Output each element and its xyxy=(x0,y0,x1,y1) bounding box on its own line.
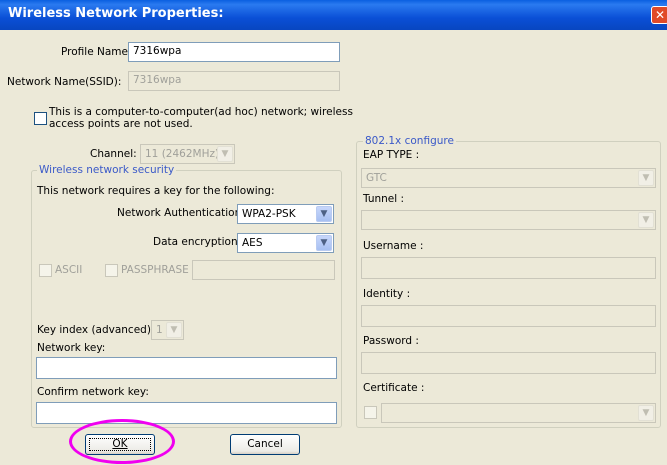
ssid-label: Network Name(SSID): xyxy=(7,76,122,88)
profile-name-input[interactable]: 7316wpa xyxy=(128,42,340,62)
password-label: Password : xyxy=(363,335,419,347)
key-index-value: 1 xyxy=(156,324,163,336)
close-icon: ✕ xyxy=(654,8,666,22)
dot1x-group-legend: 802.1x configure xyxy=(363,135,456,147)
profile-name-label: Profile Name: xyxy=(61,46,132,58)
cancel-label: Cancel xyxy=(247,438,283,450)
chevron-down-icon: ▼ xyxy=(217,146,233,162)
chevron-down-icon[interactable]: ▼ xyxy=(316,235,332,251)
title-bar[interactable]: Wireless Network Properties: ✕ xyxy=(0,0,667,30)
chevron-down-icon: ▼ xyxy=(166,322,182,338)
ssid-input: 7316wpa xyxy=(128,71,340,91)
ascii-checkbox xyxy=(39,264,52,277)
channel-label: Channel: xyxy=(90,148,137,160)
confirm-key-label: Confirm network key: xyxy=(37,386,149,398)
tunnel-select: ▼ xyxy=(361,210,656,230)
adhoc-label-line2: access points are not used. xyxy=(49,118,193,130)
confirm-key-input[interactable] xyxy=(36,402,337,424)
key-index-label: Key index (advanced): xyxy=(37,324,155,336)
certificate-label: Certificate : xyxy=(363,382,425,394)
identity-input xyxy=(361,305,656,327)
username-input xyxy=(361,257,656,279)
network-key-input[interactable] xyxy=(36,357,337,379)
network-key-label: Network key: xyxy=(37,342,106,354)
passphrase-input xyxy=(192,260,335,280)
auth-select[interactable]: WPA2-PSK ▼ xyxy=(237,204,334,224)
identity-label: Identity : xyxy=(363,288,411,300)
wireless-network-properties-window: Wireless Network Properties: ✕ Profile N… xyxy=(0,0,667,465)
passphrase-label: PASSPHRASE xyxy=(121,264,189,276)
eap-type-select: GTC ▼ xyxy=(361,168,656,188)
eap-type-label: EAP TYPE : xyxy=(363,149,420,161)
chevron-down-icon: ▼ xyxy=(638,170,654,186)
chevron-down-icon[interactable]: ▼ xyxy=(316,206,332,222)
auth-label: Network Authentication: xyxy=(117,207,245,219)
username-label: Username : xyxy=(363,240,424,252)
certificate-select: ▼ xyxy=(381,403,656,423)
chevron-down-icon: ▼ xyxy=(638,212,654,228)
certificate-checkbox xyxy=(364,406,377,419)
adhoc-label-line1: This is a computer-to-computer(ad hoc) n… xyxy=(49,106,353,118)
dialog-body: Profile Name: 7316wpa Network Name(SSID)… xyxy=(0,30,667,465)
channel-value: 11 (2462MHz) xyxy=(145,148,220,160)
passphrase-checkbox xyxy=(105,264,118,277)
close-button[interactable]: ✕ xyxy=(651,6,667,24)
key-index-select: 1 ▼ xyxy=(151,320,184,340)
auth-value: WPA2-PSK xyxy=(242,208,296,220)
password-input xyxy=(361,352,656,374)
cancel-button[interactable]: Cancel xyxy=(230,434,300,455)
adhoc-checkbox[interactable] xyxy=(34,112,47,125)
eap-type-value: GTC xyxy=(366,172,387,184)
security-group-legend: Wireless network security xyxy=(37,164,177,176)
enc-value: AES xyxy=(242,237,263,249)
highlight-circle xyxy=(69,419,175,464)
requires-key-text: This network requires a key for the foll… xyxy=(37,185,275,197)
tunnel-label: Tunnel : xyxy=(363,193,405,205)
enc-label: Data encryption: xyxy=(153,236,242,248)
chevron-down-icon: ▼ xyxy=(638,405,654,421)
channel-select: 11 (2462MHz) ▼ xyxy=(140,144,235,164)
ascii-label: ASCII xyxy=(55,264,83,276)
enc-select[interactable]: AES ▼ xyxy=(237,233,334,253)
window-title: Wireless Network Properties: xyxy=(8,6,224,21)
